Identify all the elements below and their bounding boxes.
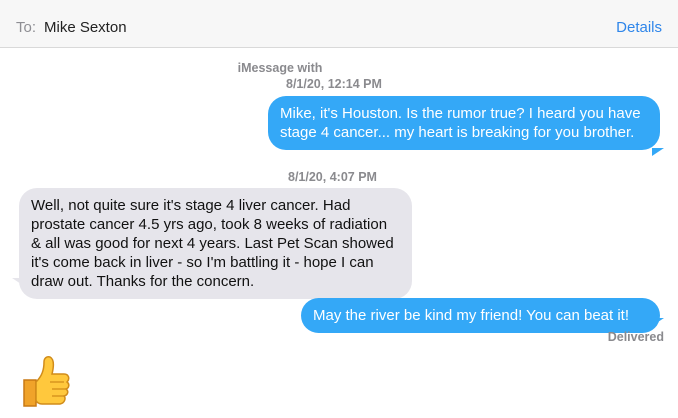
recipient-name[interactable]: Mike Sexton (44, 19, 127, 36)
timestamp-1: 8/1/20, 12:14 PM (286, 77, 382, 91)
details-button[interactable]: Details (616, 19, 662, 36)
conversation-service-label: iMessage with (237, 61, 323, 75)
thumb-hand (35, 356, 70, 405)
to-label: To: (16, 19, 37, 36)
conversation-header: To: Mike Sexton Details (0, 0, 678, 48)
message-text: Well, not quite sure it's stage 4 liver … (31, 197, 394, 290)
message-text: May the river be kind my friend! You can… (313, 307, 630, 324)
thumb-cuff (23, 379, 37, 407)
message-bubble-sent[interactable]: Mike, it's Houston. Is the rumor true? I… (268, 96, 660, 150)
message-bubble-sent[interactable]: May the river be kind my friend! You can… (301, 298, 660, 333)
delivered-status: Delivered (607, 330, 664, 344)
bubble-tail (12, 278, 24, 286)
bubble-tail (652, 318, 664, 326)
timestamp-2: 8/1/20, 4:07 PM (288, 170, 377, 184)
bubble-tail (652, 148, 664, 156)
message-text: Mike, it's Houston. Is the rumor true? I… (280, 105, 641, 141)
thumbs-up-icon[interactable] (14, 352, 74, 412)
message-bubble-received[interactable]: Well, not quite sure it's stage 4 liver … (19, 188, 412, 299)
